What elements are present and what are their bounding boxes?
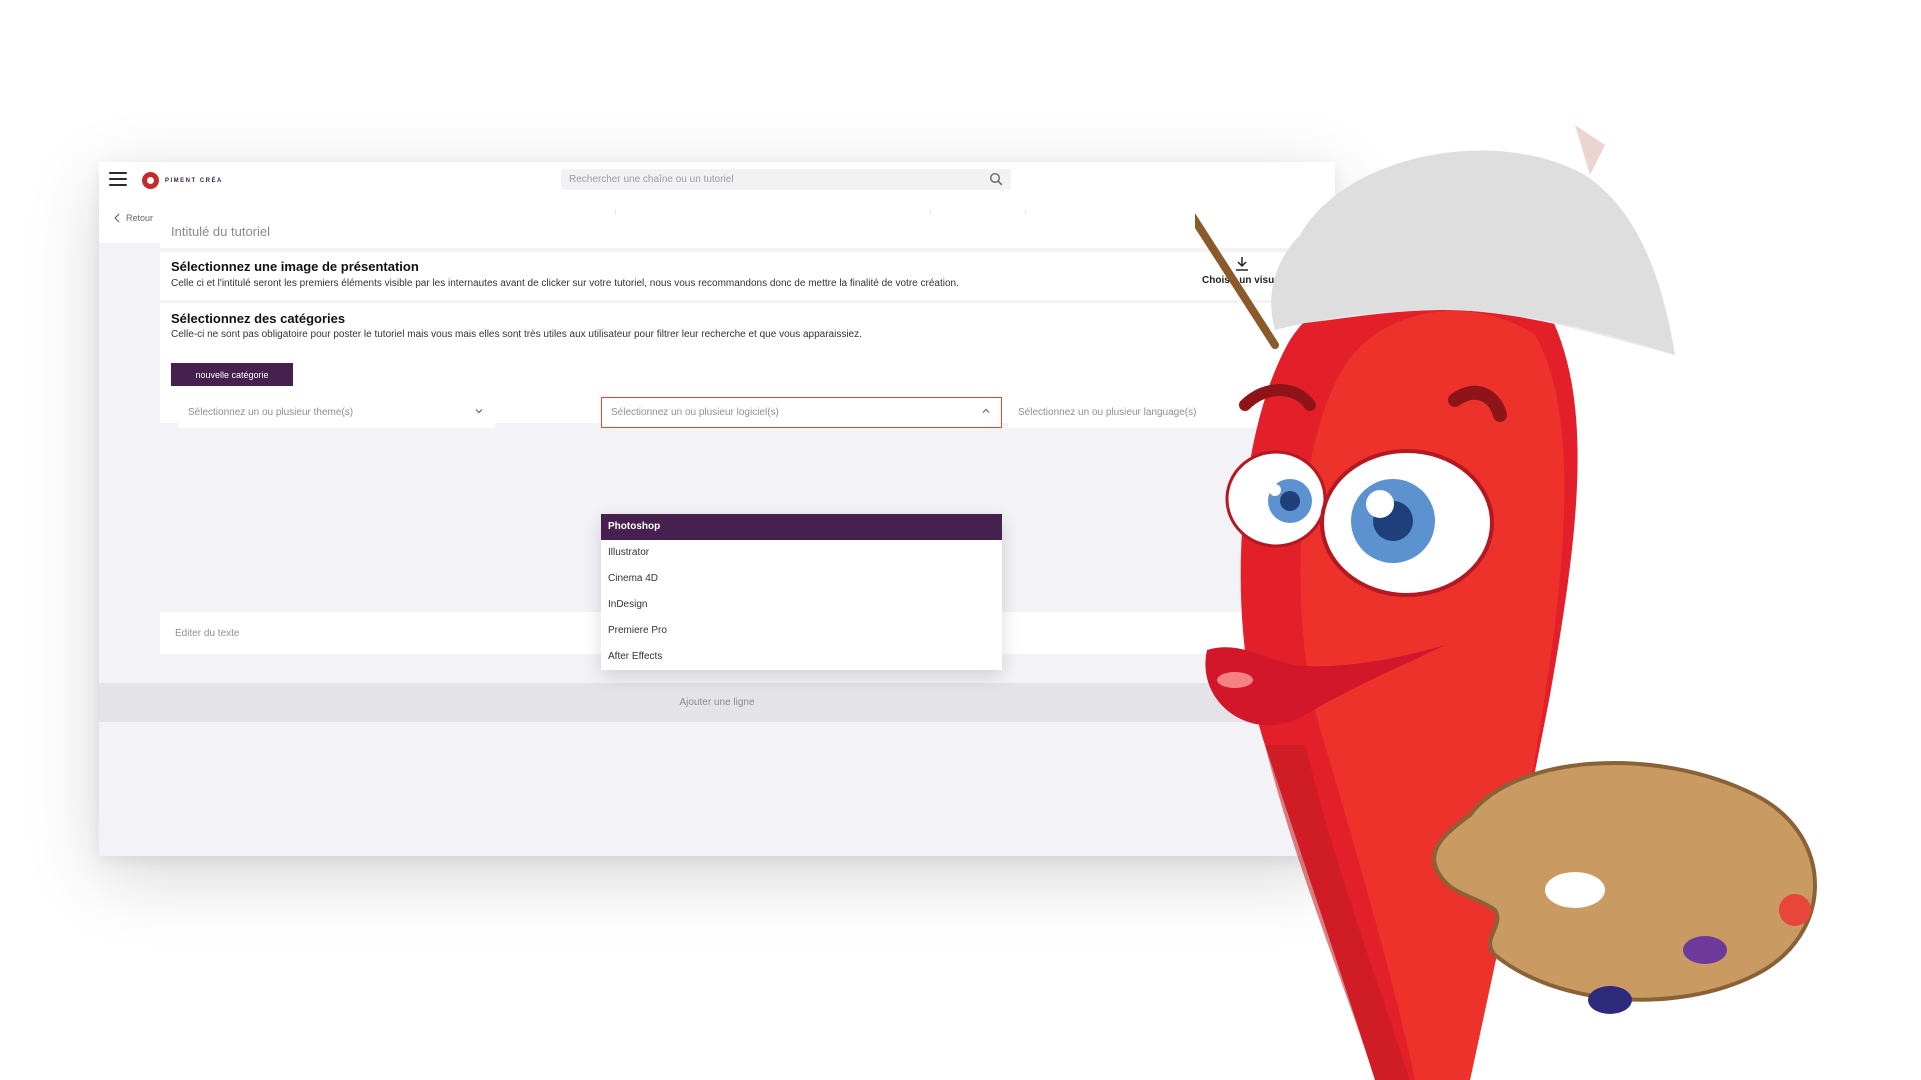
theme-select-placeholder: Sélectionnez un ou plusieur theme(s) [188,407,354,418]
software-option-premiere-pro[interactable]: Premiere Pro [601,618,1002,644]
new-category-button[interactable]: nouvelle catégorie [171,363,293,386]
category-section: Sélectionnez des catégories Celle-ci ne … [160,303,1334,428]
back-label: Retour [126,213,154,223]
title-card [160,214,1334,248]
app-window: PIMENT CRÉA Retour B I A S Tx T1 T2 [99,162,1335,856]
logo-text: PIMENT CRÉA [165,177,223,184]
search-icon[interactable] [989,172,1003,186]
chevron-up-icon [982,408,990,413]
logo-icon [142,172,159,189]
chevron-down-icon [475,409,483,414]
image-section-heading: Sélectionnez une image de présentation [171,259,419,274]
software-select[interactable]: Sélectionnez un ou plusieur logiciel(s) [601,397,1002,428]
software-option-after-effects[interactable]: After Effects [601,644,1002,670]
software-option-cinema-4d[interactable]: Cinema 4D [601,566,1002,592]
chevron-left-icon [114,213,120,223]
back-button[interactable]: Retour [114,213,153,223]
tutorial-title-input[interactable] [160,214,1334,248]
software-option-illustrator[interactable]: Illustrator [601,540,1002,566]
search-input[interactable] [561,169,977,190]
top-bar: PIMENT CRÉA [99,162,1335,200]
category-section-heading: Sélectionnez des catégories [171,311,346,326]
software-select-placeholder: Sélectionnez un ou plusieur logiciel(s) [611,407,779,418]
category-section-description: Celle-ci ne sont pas obligatoire pour po… [171,329,862,340]
software-option-photoshop[interactable]: Photoshop [601,514,1002,540]
software-option-indesign[interactable]: InDesign [601,592,1002,618]
text-editor-input[interactable] [160,612,610,654]
image-section-description: Celle ci et l'intitulé seront les premie… [171,278,959,289]
language-select-placeholder: Sélectionnez un ou plusieur language(s) [1018,407,1197,418]
software-dropdown: Photoshop Illustrator Cinema 4D InDesign… [601,514,1002,670]
chili-painter-mascot [1195,125,1817,1080]
search-bar [561,169,1011,190]
theme-select[interactable]: Sélectionnez un ou plusieur theme(s) [178,397,495,428]
add-line-button[interactable]: Ajouter une ligne [99,683,1335,722]
image-section: Sélectionnez une image de présentation C… [160,252,1334,300]
logo[interactable]: PIMENT CRÉA [142,172,223,189]
menu-icon[interactable] [109,172,127,188]
